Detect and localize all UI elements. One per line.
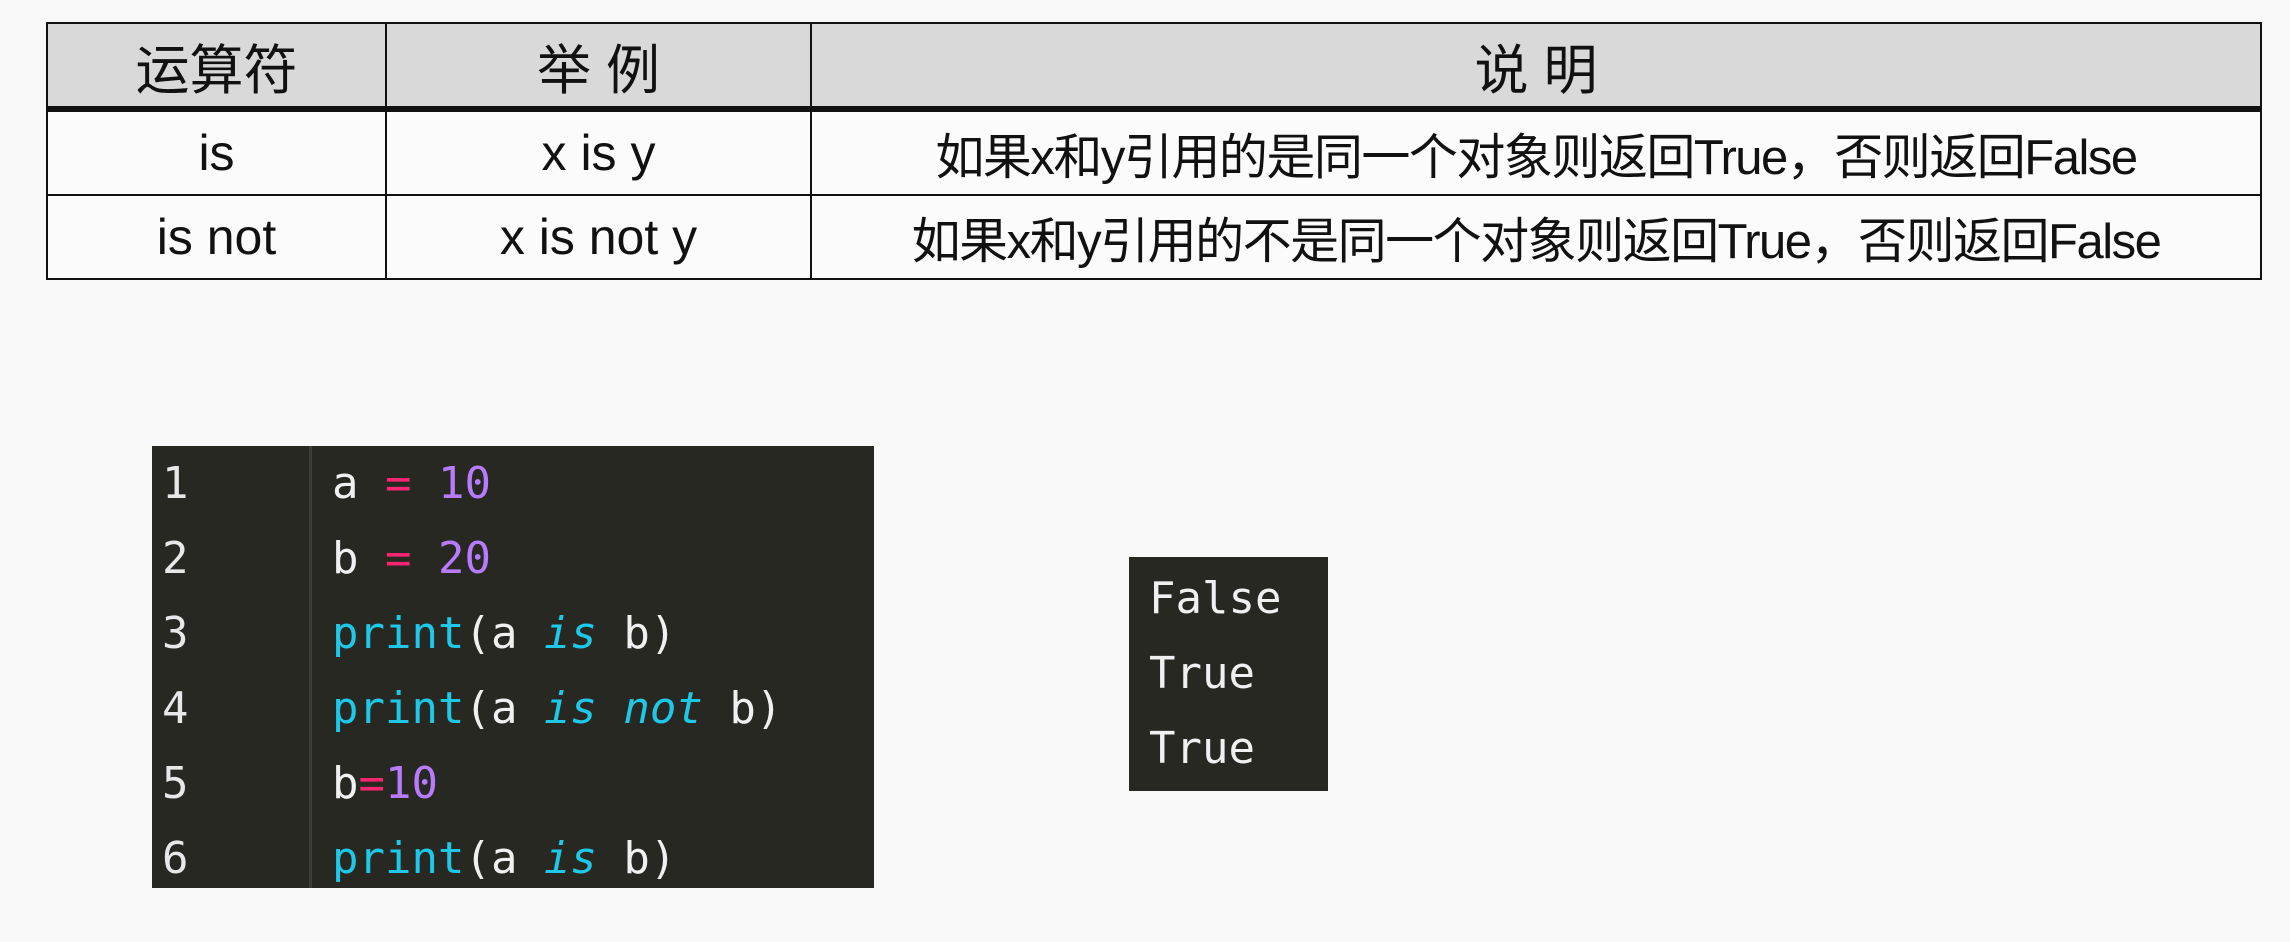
code-token: 10 [438, 458, 491, 509]
code-line: 4 print(a is not b) [152, 671, 874, 746]
code-token: print [332, 683, 465, 734]
code-token: (a [464, 833, 544, 884]
code-token: b) [596, 608, 677, 659]
line-number: 6 [162, 833, 189, 884]
code-token: b) [702, 683, 783, 734]
output-line: True [1149, 648, 1255, 699]
code-token: b) [596, 833, 677, 884]
code-token: (a [464, 683, 544, 734]
table-row: is x is y 如果x和y引用的是同一个对象则返回True，否则返回Fals… [46, 108, 2262, 196]
output-line: True [1149, 723, 1255, 774]
code-token: is [543, 833, 597, 884]
line-number: 5 [162, 758, 189, 809]
header-description: 说 明 [810, 22, 2262, 112]
line-code: print(a is not b) [332, 671, 782, 746]
line-number: 3 [162, 608, 189, 659]
line-code: print(a is b) [332, 596, 676, 671]
code-line: 3 print(a is b) [152, 596, 874, 671]
code-token: print [332, 833, 465, 884]
line-number: 2 [162, 533, 189, 584]
line-number: 1 [162, 458, 189, 509]
cell-example: x is y [385, 108, 812, 196]
code-line: 6 print(a is b) [152, 821, 874, 896]
table-header-row: 运算符 举 例 说 明 [46, 22, 2262, 112]
code-editor: 1a = 10 2 b = 20 3 print(a is b) 4 print(a is … [152, 446, 874, 888]
output-line: False [1149, 573, 1282, 624]
code-token: b [332, 533, 359, 584]
table-row: is not x is not y 如果x和y引用的不是同一个对象则返回True… [46, 194, 2262, 280]
code-line: 1 a = 10 [152, 446, 874, 521]
code-line: 5 b=10 [152, 746, 874, 821]
code-token: = [385, 458, 412, 509]
line-code: b = 20 [332, 521, 491, 596]
cell-operator: is [46, 108, 387, 196]
cell-description: 如果x和y引用的不是同一个对象则返回True，否则返回False [810, 194, 2262, 280]
code-line: 2 b = 20 [152, 521, 874, 596]
code-token: not [623, 683, 703, 734]
operator-table: 运算符 举 例 说 明 is x is y 如果x和y引用的是同一个对象则返回T… [46, 22, 2262, 280]
code-token: 10 [385, 758, 438, 809]
cell-example: x is not y [385, 194, 812, 280]
code-token: is [543, 608, 597, 659]
cell-operator: is not [46, 194, 387, 280]
header-operator: 运算符 [46, 22, 387, 112]
code-token: (a [464, 608, 544, 659]
code-token: = [385, 533, 412, 584]
code-token: = [358, 758, 386, 809]
header-example: 举 例 [385, 22, 812, 112]
code-token: is [543, 683, 597, 734]
line-code: print(a is b) [332, 821, 676, 896]
line-code: b=10 [332, 746, 438, 821]
line-number: 4 [162, 683, 189, 734]
code-token: 20 [438, 533, 491, 584]
line-code: a = 10 [332, 446, 491, 521]
cell-description: 如果x和y引用的是同一个对象则返回True，否则返回False [810, 108, 2262, 196]
output-console: False True True [1129, 557, 1328, 791]
code-token: print [332, 608, 465, 659]
code-token: b [332, 758, 359, 809]
code-token: a [332, 458, 359, 509]
